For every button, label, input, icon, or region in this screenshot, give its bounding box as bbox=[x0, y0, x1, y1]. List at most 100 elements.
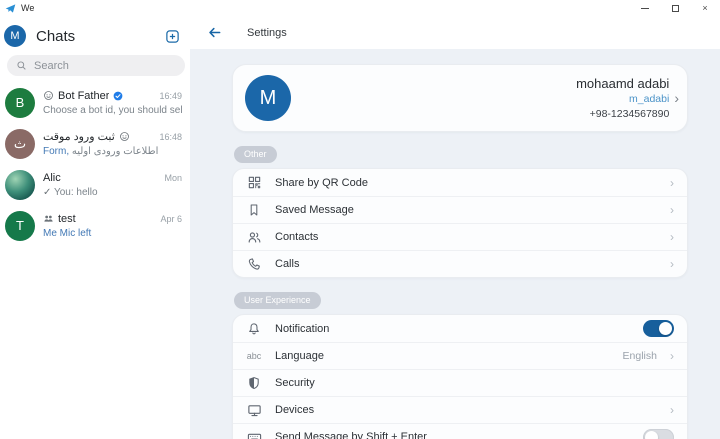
chat-avatar: T bbox=[5, 211, 35, 241]
profile-username: m_adabi bbox=[576, 94, 669, 105]
settings-row-label: Send Message by Shift + Enter bbox=[275, 431, 630, 439]
chat-last-message: ✓ You: hello bbox=[43, 187, 182, 198]
settings-content: M mohaamd adabi m_adabi +98-1234567890 ›… bbox=[190, 49, 720, 439]
search-input[interactable]: Search bbox=[7, 55, 185, 76]
settings-card: Share by QR Code › Saved Message › Contacts ›… bbox=[232, 168, 688, 278]
chevron-right-icon: › bbox=[670, 203, 674, 217]
chat-last-message: Choose a bot id, you should select bot w bbox=[43, 105, 182, 116]
settings-row-label: Notification bbox=[275, 323, 630, 335]
settings-panel: Settings M mohaamd adabi m_adabi +98-123… bbox=[190, 16, 720, 439]
bookmark-icon bbox=[246, 203, 262, 217]
toggle-on[interactable] bbox=[643, 320, 674, 337]
bell-icon bbox=[246, 322, 262, 336]
settings-row-contacts[interactable]: Contacts › bbox=[233, 223, 687, 250]
chat-name: Bot Father bbox=[58, 90, 109, 102]
close-button[interactable]: × bbox=[690, 0, 720, 16]
settings-row-devices[interactable]: Devices › bbox=[233, 396, 687, 423]
qr-code-icon bbox=[246, 175, 262, 190]
settings-row-value: English bbox=[623, 350, 657, 362]
settings-row-label: Security bbox=[275, 377, 674, 389]
my-avatar[interactable]: M bbox=[4, 25, 26, 47]
chevron-right-icon: › bbox=[674, 90, 679, 106]
settings-row-label: Saved Message bbox=[275, 204, 657, 216]
page-title: Settings bbox=[247, 27, 287, 39]
search-icon bbox=[16, 60, 27, 71]
toggle-knob bbox=[645, 431, 658, 439]
back-arrow-icon[interactable] bbox=[207, 25, 222, 40]
chevron-right-icon: › bbox=[670, 230, 674, 244]
chevron-right-icon: › bbox=[670, 403, 674, 417]
settings-row-share-by-qr-code[interactable]: Share by QR Code › bbox=[233, 169, 687, 196]
chat-item-texts: Alic Mon ✓ You: hello bbox=[43, 172, 182, 198]
phone-icon bbox=[246, 257, 262, 271]
chat-name: ثبت ورود موقت bbox=[43, 130, 115, 143]
settings-row-calls[interactable]: Calls › bbox=[233, 250, 687, 277]
toggle-knob bbox=[659, 322, 672, 335]
chat-list-item[interactable]: Ttest Apr 6 Me Mic left bbox=[0, 205, 190, 246]
chat-item-texts: ثبت ورود موقت 16:48 Form, اطلاعات ورودی او… bbox=[43, 130, 182, 157]
chat-time: Mon bbox=[164, 173, 182, 183]
maximize-button[interactable] bbox=[660, 0, 690, 16]
app-window: We × M Chats Search B Bot Father 16:49 Choo… bbox=[0, 0, 720, 439]
settings-row-saved-message[interactable]: Saved Message › bbox=[233, 196, 687, 223]
settings-row-label: Contacts bbox=[275, 231, 657, 243]
chat-last-message: Me Mic left bbox=[43, 228, 182, 239]
verified-badge-icon bbox=[113, 91, 123, 101]
keyboard-icon bbox=[246, 430, 262, 439]
chat-name: Alic bbox=[43, 172, 61, 184]
settings-row-label: Share by QR Code bbox=[275, 177, 657, 189]
chat-last-message: Form, اطلاعات ورودی اولیه bbox=[43, 146, 182, 157]
app-logo-icon bbox=[5, 3, 16, 14]
settings-row-label: Language bbox=[275, 350, 610, 362]
title-bar: We × bbox=[0, 0, 720, 16]
chat-avatar-photo bbox=[5, 170, 35, 200]
chat-time: 16:48 bbox=[159, 132, 182, 142]
section-badge: User Experience bbox=[234, 292, 321, 309]
chat-item-texts: test Apr 6 Me Mic left bbox=[43, 213, 182, 239]
chat-list-item[interactable]: Alic Mon ✓ You: hello bbox=[0, 164, 190, 205]
settings-row-label: Calls bbox=[275, 258, 657, 270]
contacts-icon bbox=[246, 230, 262, 245]
chat-time: Apr 6 bbox=[160, 214, 182, 224]
settings-sections: OtherShare by QR Code›Saved Message›Cont… bbox=[232, 132, 688, 439]
sidebar-header: M Chats bbox=[0, 16, 190, 54]
profile-texts: mohaamd adabi m_adabi +98-1234567890 bbox=[576, 77, 669, 119]
settings-row-security[interactable]: Security bbox=[233, 369, 687, 396]
chat-item-texts: Bot Father 16:49 Choose a bot id, you shou… bbox=[43, 90, 182, 116]
settings-header: Settings bbox=[190, 16, 720, 49]
settings-row-send-message-by-shift-enter[interactable]: Send Message by Shift + Enter bbox=[233, 423, 687, 439]
profile-card[interactable]: M mohaamd adabi m_adabi +98-1234567890 › bbox=[232, 64, 688, 132]
toggle-off[interactable] bbox=[643, 429, 674, 439]
chat-list-item[interactable]: ث ثبت ورود موقت 16:48 Form, اطلاعات ورودی ا… bbox=[0, 123, 190, 164]
chats-title: Chats bbox=[36, 28, 75, 45]
chevron-right-icon: › bbox=[670, 257, 674, 271]
section-badge: Other bbox=[234, 146, 277, 163]
settings-row-notification[interactable]: Notification bbox=[233, 315, 687, 342]
profile-avatar: M bbox=[245, 75, 291, 121]
chat-name: test bbox=[58, 213, 76, 225]
settings-card: Notification abc Language English › Security D… bbox=[232, 314, 688, 439]
profile-phone: +98-1234567890 bbox=[576, 109, 669, 120]
chat-list: B Bot Father 16:49 Choose a bot id, you sho… bbox=[0, 82, 190, 439]
minimize-button[interactable] bbox=[630, 0, 660, 16]
chats-sidebar: M Chats Search B Bot Father 16:49 Choose a … bbox=[0, 16, 190, 439]
bot-icon bbox=[119, 131, 130, 142]
chat-time: 16:49 bbox=[159, 91, 182, 101]
minimize-icon bbox=[641, 8, 649, 9]
chat-avatar: ث bbox=[5, 129, 35, 159]
new-chat-button[interactable] bbox=[165, 29, 180, 44]
chat-avatar: B bbox=[5, 88, 35, 118]
group-icon bbox=[43, 213, 54, 224]
shield-icon bbox=[246, 376, 262, 390]
settings-row-language[interactable]: abc Language English › bbox=[233, 342, 687, 369]
chevron-right-icon: › bbox=[670, 176, 674, 190]
chat-list-item[interactable]: B Bot Father 16:49 Choose a bot id, you sho… bbox=[0, 82, 190, 123]
monitor-icon bbox=[246, 403, 262, 418]
app-title: We bbox=[21, 3, 34, 13]
abc-icon: abc bbox=[246, 351, 262, 361]
profile-name: mohaamd adabi bbox=[576, 77, 669, 90]
chevron-right-icon: › bbox=[670, 349, 674, 363]
settings-row-label: Devices bbox=[275, 404, 657, 416]
maximize-icon bbox=[672, 5, 679, 12]
bot-icon bbox=[43, 90, 54, 101]
